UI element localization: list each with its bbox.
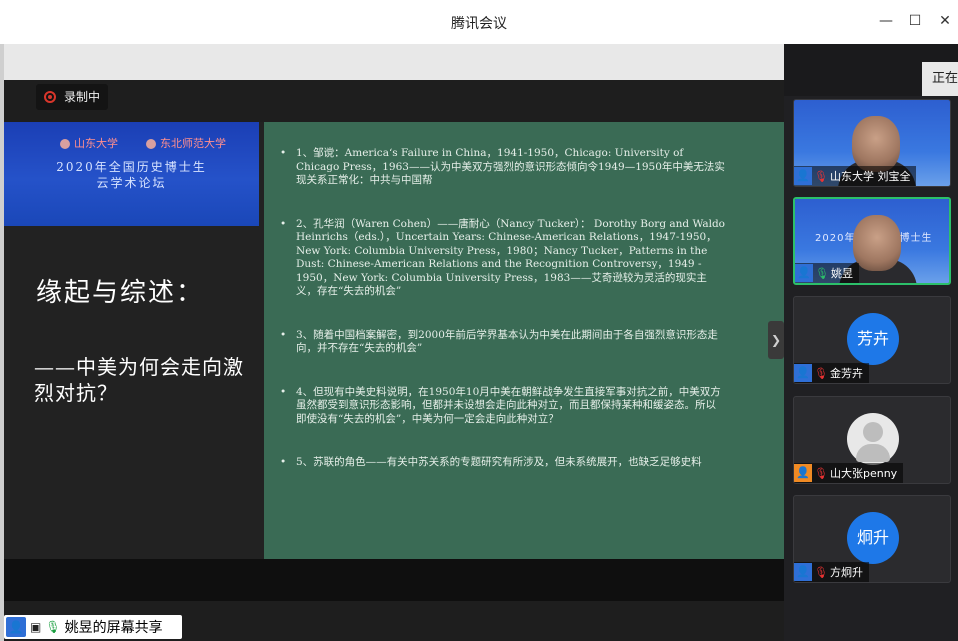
mic-muted-icon: 🎙	[814, 565, 828, 579]
user-icon: 👤	[794, 464, 812, 482]
slide-points: 1、邹谠：America‘s Failure in China，1941-195…	[280, 147, 726, 500]
participant-avatar: 芳卉	[847, 313, 899, 365]
participant-name-bar: 👤 🎙 金芳卉	[794, 363, 869, 383]
slide-point: 5、苏联的角色——有关中苏关系的专题研究有所涉及，但未系统展开，也缺乏足够史料	[280, 456, 726, 470]
banner-logo-left: 山东大学	[60, 135, 118, 151]
user-icon: 👤	[795, 264, 813, 282]
user-icon: 👤	[794, 364, 812, 382]
close-icon[interactable]: ✕	[936, 12, 954, 30]
participant-name: 金芳卉	[829, 367, 863, 380]
minimize-icon[interactable]: —	[877, 12, 895, 30]
mic-on-icon: 🎙	[815, 266, 829, 280]
screen-share-label: 👤 ▣ 🎙 姚昱的屏幕共享	[4, 615, 182, 639]
mic-icon: 🎙	[45, 620, 61, 634]
mic-muted-icon: 🎙	[814, 366, 828, 380]
slide-point: 2、孔华润（Waren Cohen）——唐耐心（Nancy Tucker）： D…	[280, 218, 726, 299]
participant-name: 山东大学 刘宝全	[829, 170, 911, 183]
participant-name-bar: 👤 🎙 山东大学 刘宝全	[794, 166, 917, 186]
stage-bottom-band	[4, 559, 784, 601]
banner-subtitle: 云学术论坛	[96, 176, 167, 190]
forum-banner: 山东大学 东北师范大学 2020年全国历史博士生 云学术论坛	[4, 122, 259, 226]
slide-point: 4、但现有中美史料说明，在1950年10月中美在朝鲜战争发生直接军事对抗之前，中…	[280, 386, 726, 427]
video-face	[852, 116, 900, 172]
participant-name-bar: 👤 🎙 山大张penny	[794, 463, 904, 483]
participant-tile[interactable]: 👤 🎙 山东大学 刘宝全	[793, 99, 951, 187]
participant-name-bar: 👤 🎙 方炯升	[794, 562, 869, 582]
slide-left-panel: 山东大学 东北师范大学 2020年全国历史博士生 云学术论坛 缘起与综述： ——…	[4, 122, 264, 559]
banner-logo-right: 东北师范大学	[146, 135, 226, 151]
mic-muted-icon: 🎙	[814, 466, 828, 480]
participant-avatar: 炯升	[847, 512, 899, 564]
default-avatar-icon	[847, 413, 899, 465]
user-icon: 👤	[794, 563, 812, 581]
title-bar: 腾讯会议 — ☐ ✕	[0, 0, 958, 44]
view-tab[interactable]: 正在	[922, 62, 958, 96]
user-icon: 👤	[794, 167, 812, 185]
chevron-right-icon: ❯	[770, 333, 782, 347]
participant-name-bar: 👤 🎙 姚昱	[795, 263, 859, 283]
participant-name: 姚昱	[830, 267, 853, 280]
slide-content-panel: 1、邹谠：America‘s Failure in China，1941-195…	[264, 122, 784, 559]
maximize-icon[interactable]: ☐	[906, 12, 924, 30]
slide-point: 1、邹谠：America‘s Failure in China，1941-195…	[280, 147, 726, 188]
participant-name: 山大张penny	[829, 467, 898, 480]
slide-heading: 缘起与综述：	[36, 278, 205, 308]
window-title: 腾讯会议	[451, 16, 507, 32]
recording-indicator[interactable]: 录制中	[36, 84, 109, 110]
share-label-text: 姚昱的屏幕共享	[64, 620, 163, 636]
screen-share-icon: ▣	[30, 620, 42, 634]
participant-tile-active[interactable]: 2020年全国历史博士生 👤 🎙 姚昱	[793, 197, 951, 285]
stage-top-band	[4, 44, 784, 80]
slide-subheading: ——中美为何会走向激烈对抗？	[34, 355, 244, 405]
slide: 山东大学 东北师范大学 2020年全国历史博士生 云学术论坛 缘起与综述： ——…	[4, 122, 784, 559]
user-icon: 👤	[6, 617, 26, 637]
seal-icon	[60, 139, 70, 149]
participant-tile[interactable]: 芳卉 👤 🎙 金芳卉	[793, 296, 951, 384]
collapse-sidebar-button[interactable]: ❯	[768, 321, 784, 359]
screen-share-stage: 录制中 山东大学 东北师范大学 2020年全国历史博士生 云学术论坛 缘起与综述…	[4, 44, 784, 641]
banner-title: 2020年全国历史博士生	[56, 160, 207, 174]
record-icon	[44, 91, 56, 103]
video-face	[853, 215, 901, 271]
participant-name: 方炯升	[829, 566, 863, 579]
participant-tile[interactable]: 炯升 👤 🎙 方炯升	[793, 495, 951, 583]
slide-point: 3、随着中国档案解密，到2000年前后学界基本认为中美在此期间由于各自强烈意识形…	[280, 329, 726, 356]
recording-label: 录制中	[64, 90, 101, 104]
mic-muted-icon: 🎙	[814, 169, 828, 183]
seal-icon	[146, 139, 156, 149]
participant-sidebar: 正在 👤 🎙 山东大学 刘宝全 2020年全国历史博士生 👤 🎙 姚昱 芳卉 👤	[784, 44, 958, 641]
participant-tile[interactable]: 👤 🎙 山大张penny	[793, 396, 951, 484]
